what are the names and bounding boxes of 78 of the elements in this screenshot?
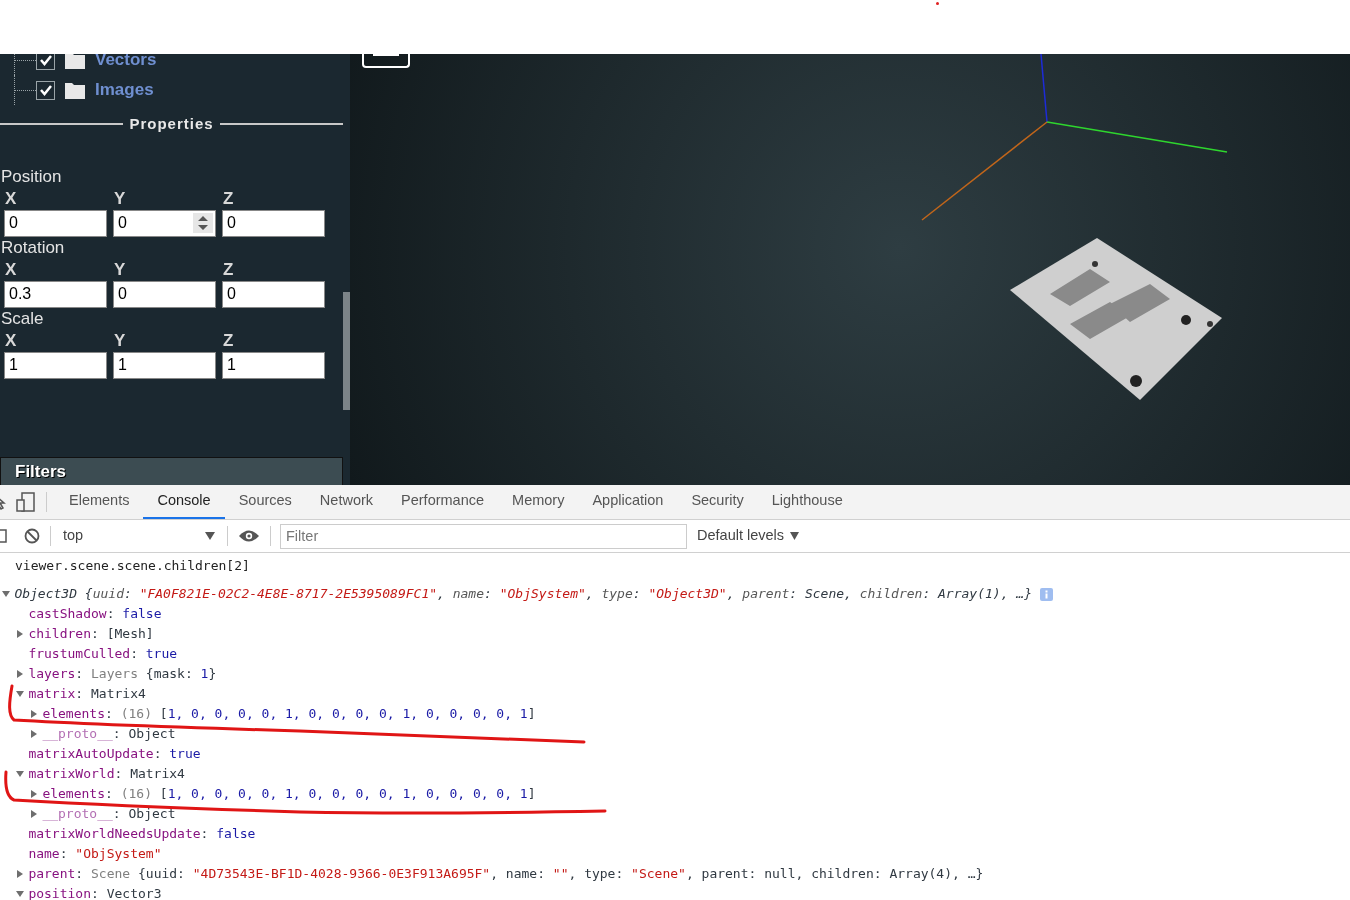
number-field[interactable]: 0.3 <box>4 280 107 308</box>
axis-label: Y <box>113 329 127 352</box>
eye-icon[interactable] <box>238 529 260 543</box>
axis-label: Z <box>222 187 235 210</box>
console-line: name: "ObjSystem" <box>28 845 162 864</box>
number-field[interactable]: 0 <box>222 280 325 308</box>
console-command: viewer.scene.scene.children[2] <box>15 557 250 576</box>
spinner-icon[interactable] <box>193 213 213 233</box>
axis-label: X <box>4 187 18 210</box>
devtools-tab[interactable]: Elements <box>55 485 144 519</box>
sidebar-icon[interactable] <box>0 528 8 544</box>
z-axis-line <box>1040 54 1048 123</box>
devtools-tab[interactable]: Performance <box>387 485 499 519</box>
console-line: castShadow: false <box>28 605 162 624</box>
filters-header[interactable]: Filters <box>0 457 343 485</box>
console-line[interactable]: elements: (16) [1, 0, 0, 0, 0, 1, 0, 0, 0, 0, 1, 0, 0, 0, 0, 1] <box>42 784 536 804</box>
axis-label: Z <box>222 329 235 352</box>
number-field[interactable]: 0 <box>113 209 216 237</box>
context-select[interactable]: top <box>51 525 223 547</box>
viewport-3d[interactable] <box>350 54 1350 485</box>
devtools-tab[interactable]: Security <box>677 485 758 519</box>
console-line[interactable]: matrix: Matrix4 <box>28 684 146 704</box>
section-title: Properties <box>129 114 214 134</box>
axis-label: X <box>4 258 18 281</box>
collapsed-caret-icon[interactable] <box>16 870 25 878</box>
scrollbar-thumb[interactable] <box>343 292 350 410</box>
expanded-caret-icon[interactable] <box>16 690 25 698</box>
device-toolbar-icon[interactable] <box>16 492 36 512</box>
collapsed-caret-icon[interactable] <box>30 730 39 738</box>
console-line[interactable]: __proto__: Object <box>42 724 176 744</box>
number-field[interactable]: 1 <box>113 351 216 379</box>
log-levels-dropdown[interactable]: Default levels <box>697 525 800 547</box>
axis-label: X <box>4 329 18 352</box>
layer-label[interactable]: Images <box>95 77 154 103</box>
folder-icon <box>65 81 85 99</box>
devtools-tab[interactable]: Application <box>578 485 678 519</box>
axis-label: Y <box>113 187 127 210</box>
console-line[interactable]: children: [Mesh] <box>28 624 154 644</box>
console-line[interactable]: Object3D {uuid: "FA0F821E-02C2-4E8E-8717-2E5395089FC1", name: "ObjSystem", type: "Object3D", parent: Scene, children: Array(1), …} <box>14 584 1032 604</box>
group-label: Rotation <box>0 236 66 259</box>
console-line[interactable]: parent: Scene {uuid: "4D73543E-BF1D-4028-9366-0E3F913A695F", name: "", type: "Scene", parent: null, children: Array(4), …} <box>28 864 984 884</box>
menu-button[interactable] <box>362 54 410 68</box>
filter-input[interactable]: Filter <box>280 523 687 549</box>
checkbox[interactable] <box>36 80 55 100</box>
console-line[interactable]: layers: Layers {mask: 1} <box>28 664 217 684</box>
layer-label[interactable]: Vectors <box>95 54 157 73</box>
devtools-tab[interactable]: Lighthouse <box>757 485 857 519</box>
collapsed-caret-icon[interactable] <box>16 630 25 638</box>
expanded-caret-icon[interactable] <box>16 890 25 898</box>
devtools-tab[interactable]: Sources <box>224 485 306 519</box>
expanded-caret-icon[interactable] <box>2 590 11 598</box>
caret-icon <box>205 532 215 540</box>
number-field[interactable]: 0 <box>4 209 107 237</box>
number-field[interactable]: 0 <box>222 209 325 237</box>
devtools-tab[interactable]: Console <box>143 485 225 519</box>
group-label: Position <box>0 165 63 188</box>
collapsed-caret-icon[interactable] <box>30 790 39 798</box>
devtools-tab[interactable]: Memory <box>498 485 579 519</box>
collapsed-caret-icon[interactable] <box>16 670 25 678</box>
axis-label: Z <box>222 258 235 281</box>
console-line[interactable]: __proto__: Object <box>42 804 176 824</box>
axis-label: Y <box>113 258 127 281</box>
console-line: frustumCulled: true <box>28 645 178 664</box>
caret-icon <box>790 532 800 540</box>
console-line: matrixWorldNeedsUpdate: false <box>28 825 256 844</box>
console-line: matrixAutoUpdate: true <box>28 745 201 764</box>
collapsed-caret-icon[interactable] <box>30 710 39 718</box>
devtools-tab[interactable]: Network <box>305 485 388 519</box>
number-field[interactable]: 1 <box>4 351 107 379</box>
expanded-caret-icon[interactable] <box>16 770 25 778</box>
number-field[interactable]: 0 <box>113 280 216 308</box>
clear-console-icon[interactable] <box>24 528 40 544</box>
checkbox[interactable] <box>36 54 55 70</box>
group-label: Scale <box>0 307 45 330</box>
collapsed-caret-icon[interactable] <box>30 810 39 818</box>
number-field[interactable]: 1 <box>222 351 325 379</box>
console-line[interactable]: matrixWorld: Matrix4 <box>28 764 185 784</box>
console-line[interactable]: elements: (16) [1, 0, 0, 0, 0, 1, 0, 0, 0, 0, 1, 0, 0, 0, 0, 1] <box>42 704 536 724</box>
